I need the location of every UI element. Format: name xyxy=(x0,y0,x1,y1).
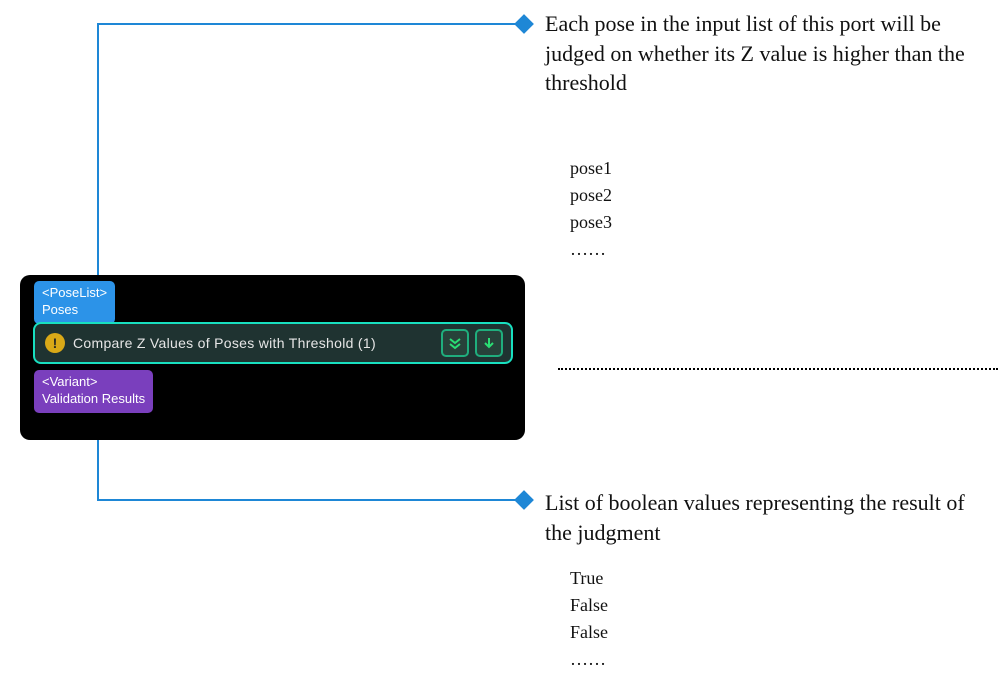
divider-dotted xyxy=(558,368,998,370)
expand-button[interactable] xyxy=(475,329,503,357)
annotation-top-description: Each pose in the input list of this port… xyxy=(545,9,965,98)
warning-glyph: ! xyxy=(53,335,58,351)
input-port-name: Poses xyxy=(42,302,107,319)
list-item: pose2 xyxy=(570,182,612,209)
connector-bottom-horizontal xyxy=(97,499,517,501)
connector-top-vertical xyxy=(97,23,99,281)
step-row[interactable]: ! Compare Z Values of Poses with Thresho… xyxy=(33,322,513,364)
output-port-type: <Variant> xyxy=(42,374,145,391)
annotation-bottom-description: List of boolean values representing the … xyxy=(545,488,985,547)
double-chevron-down-icon xyxy=(448,336,462,350)
input-port-type: <PoseList> xyxy=(42,285,107,302)
list-item: False xyxy=(570,619,608,646)
expand-all-button[interactable] xyxy=(441,329,469,357)
list-item: pose1 xyxy=(570,155,612,182)
list-item: False xyxy=(570,592,608,619)
annotation-bottom-list: True False False …… xyxy=(570,565,608,673)
callout-marker-bottom xyxy=(514,490,534,510)
output-port-validation-results[interactable]: <Variant> Validation Results xyxy=(34,370,153,413)
list-item: True xyxy=(570,565,608,592)
list-item: …… xyxy=(570,646,608,673)
callout-marker-top xyxy=(514,14,534,34)
arrow-down-icon xyxy=(482,336,496,350)
step-title: Compare Z Values of Poses with Threshold… xyxy=(73,335,435,351)
annotation-top-list: pose1 pose2 pose3 …… xyxy=(570,155,612,263)
warning-icon: ! xyxy=(45,333,65,353)
input-port-poses[interactable]: <PoseList> Poses xyxy=(34,281,115,324)
list-item: pose3 xyxy=(570,209,612,236)
output-port-name: Validation Results xyxy=(42,391,145,408)
list-item: …… xyxy=(570,236,612,263)
connector-top-horizontal xyxy=(97,23,517,25)
